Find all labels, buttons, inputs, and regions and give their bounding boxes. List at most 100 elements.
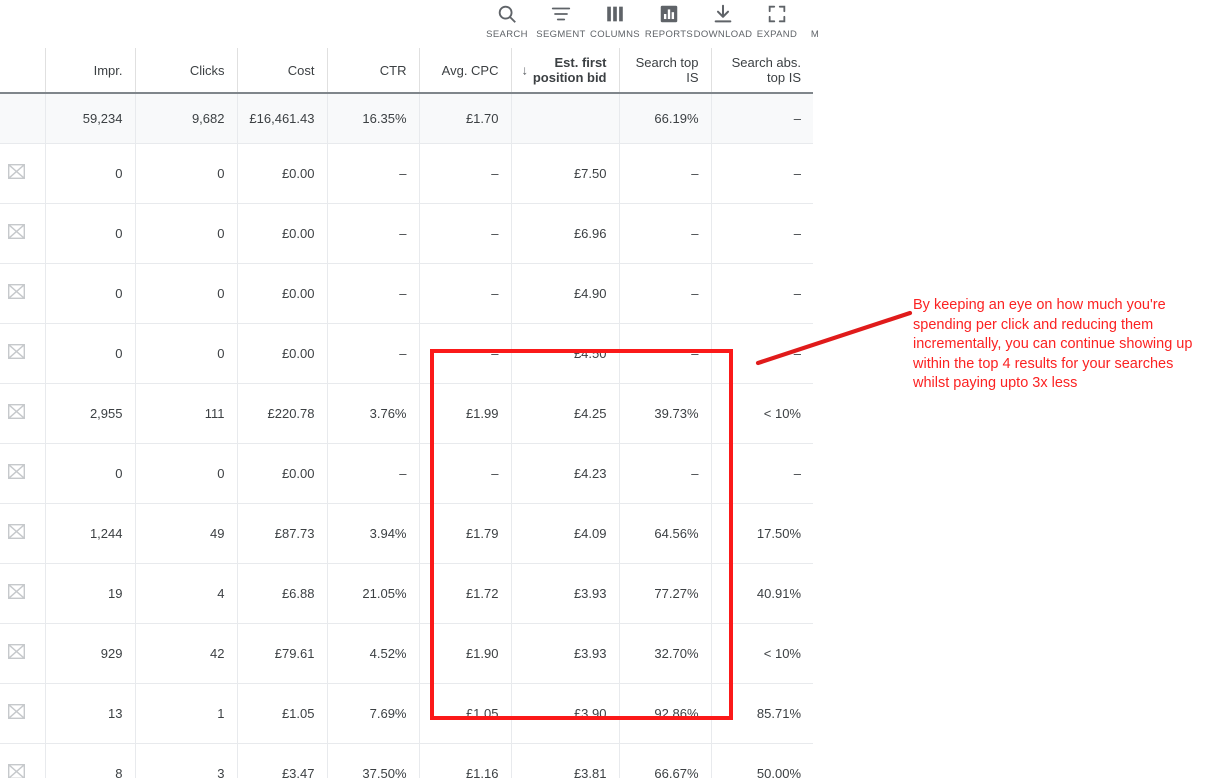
- toolbar-segment-button[interactable]: SEGMENT: [534, 2, 588, 40]
- toolbar-search-label: SEARCH: [486, 29, 528, 40]
- cell-search-top-is: –: [618, 443, 711, 504]
- cell-search-abs-top-is: –: [710, 203, 813, 264]
- toolbar-reports-label: REPORTS: [644, 29, 694, 40]
- cell-search-abs-top-is: –: [710, 323, 813, 384]
- row-select-cell[interactable]: [0, 563, 45, 624]
- cell-avg-cpc: £1.99: [418, 383, 511, 444]
- cell-clicks: 0: [134, 263, 237, 324]
- cell-cost: £0.00: [236, 143, 327, 204]
- cell-impr: 0: [44, 323, 135, 384]
- table-row[interactable]: 19 4 £6.88 21.05% £1.72 £3.93 77.27% 40.91%: [0, 563, 813, 624]
- cell-ctr: –: [326, 143, 419, 204]
- toolbar-more-button[interactable]: M: [804, 2, 826, 40]
- row-select-cell[interactable]: [0, 383, 45, 444]
- row-select-cell[interactable]: [0, 143, 45, 204]
- toolbar-expand-button[interactable]: EXPAND: [750, 2, 804, 40]
- column-header-est-first-position-bid[interactable]: ↓ Est. first position bid: [510, 48, 619, 94]
- column-header-avg-cpc[interactable]: Avg. CPC: [418, 48, 511, 94]
- cell-search-top-is: 64.56%: [618, 503, 711, 564]
- row-select-cell[interactable]: [0, 683, 45, 744]
- broken-image-icon: [8, 164, 25, 179]
- cell-clicks: 42: [134, 623, 237, 684]
- toolbar-expand-label: EXPAND: [756, 29, 798, 40]
- download-icon: [712, 2, 734, 26]
- cell-ctr: 21.05%: [326, 563, 419, 624]
- cell-est-first-position-bid: £4.50: [510, 323, 619, 384]
- cell-ctr: 37.50%: [326, 743, 419, 778]
- row-select-cell[interactable]: [0, 443, 45, 504]
- cell-impr: 0: [44, 263, 135, 324]
- cell-impr: 0: [44, 143, 135, 204]
- broken-image-icon: [8, 704, 25, 719]
- table-row[interactable]: 0 0 £0.00– – £4.23– –: [0, 443, 813, 504]
- cell-search-top-is: 92.86%: [618, 683, 711, 744]
- cell-ctr: 7.69%: [326, 683, 419, 744]
- row-select-cell[interactable]: [0, 503, 45, 564]
- table-row[interactable]: 0 0 £0.00– – £7.50– –: [0, 143, 813, 204]
- table-row[interactable]: 0 0 £0.00– – £4.50– –: [0, 323, 813, 384]
- column-header-ctr[interactable]: CTR: [326, 48, 419, 94]
- cell-search-abs-top-is: 50.00%: [710, 743, 813, 778]
- toolbar-download-button[interactable]: DOWNLOAD: [694, 2, 752, 40]
- column-header-search-top-is[interactable]: Search top IS: [618, 48, 711, 94]
- cell-impr: 0: [44, 203, 135, 264]
- cell-search-abs-top-is: –: [710, 443, 813, 504]
- cell-clicks: 111: [134, 383, 237, 444]
- cell-est-first-position-bid: £4.09: [510, 503, 619, 564]
- table-row[interactable]: 8 3 £3.47 37.50% £1.16 £3.81 66.67% 50.00%: [0, 743, 813, 778]
- table-row[interactable]: 0 0 £0.00– – £6.96– –: [0, 203, 813, 264]
- expand-icon: [766, 2, 788, 26]
- reports-icon: [658, 2, 680, 26]
- table-summary-row: 59,234 9,682 £16,461.43 16.35% £1.70 66.19% –: [0, 93, 813, 144]
- table-row[interactable]: 1,244 49 £87.73 3.94% £1.79 £4.09 64.56% 17.50%: [0, 503, 813, 564]
- column-header-search-abs-top-is[interactable]: Search abs. top IS: [710, 48, 813, 94]
- cell-impr: 0: [44, 443, 135, 504]
- cell-ctr: –: [326, 203, 419, 264]
- column-header-impr[interactable]: Impr.: [44, 48, 135, 94]
- column-header-cost[interactable]: Cost: [236, 48, 327, 94]
- cell-search-top-is: 77.27%: [618, 563, 711, 624]
- broken-image-icon: [8, 344, 25, 359]
- row-select-cell[interactable]: [0, 203, 45, 264]
- cell-search-top-is: –: [618, 323, 711, 384]
- cell-cost: £3.47: [236, 743, 327, 778]
- toolbar-actions: SEARCH SEGMENT COLUMNS REPORTS DOWNLOAD …: [480, 2, 826, 40]
- row-select-cell[interactable]: [0, 743, 45, 778]
- segment-icon: [550, 2, 572, 26]
- toolbar-search-button[interactable]: SEARCH: [480, 2, 534, 40]
- toolbar-reports-button[interactable]: REPORTS: [642, 2, 696, 40]
- cell-cost: £0.00: [236, 443, 327, 504]
- cell-est-first-position-bid: £3.93: [510, 623, 619, 684]
- cell-ctr: 4.52%: [326, 623, 419, 684]
- cell-clicks: 0: [134, 203, 237, 264]
- table-row[interactable]: 929 42 £79.61 4.52% £1.90 £3.93 32.70% < 10%: [0, 623, 813, 684]
- table-row[interactable]: 13 1 £1.05 7.69% £1.05 £3.90 92.86% 85.71%: [0, 683, 813, 744]
- row-select-cell[interactable]: [0, 323, 45, 384]
- cell-cost: £220.78: [236, 383, 327, 444]
- toolbar-columns-button[interactable]: COLUMNS: [588, 2, 642, 40]
- cell-search-abs-top-is: < 10%: [710, 623, 813, 684]
- table-row[interactable]: 0 0 £0.00– – £4.90– –: [0, 263, 813, 324]
- row-select-cell[interactable]: [0, 263, 45, 324]
- cell-cost: £1.05: [236, 683, 327, 744]
- cell-est-first-position-bid: £7.50: [510, 143, 619, 204]
- cell-clicks: 0: [134, 143, 237, 204]
- broken-image-icon: [8, 284, 25, 299]
- cell-avg-cpc: £1.05: [418, 683, 511, 744]
- column-header-select: [0, 48, 45, 94]
- cell-search-abs-top-is: –: [710, 143, 813, 204]
- columns-icon: [604, 2, 626, 26]
- cell-impr: 13: [44, 683, 135, 744]
- table-row[interactable]: 2,955 111 £220.78 3.76% £1.99 £4.25 39.73% < 10…: [0, 383, 813, 444]
- cell-est-first-position-bid: £3.93: [510, 563, 619, 624]
- table-header-row: Impr. Clicks Cost CTR Avg. CPC ↓ Est. fi…: [0, 48, 813, 94]
- cell-ctr: –: [326, 263, 419, 324]
- cell-avg-cpc: £1.16: [418, 743, 511, 778]
- cell-avg-cpc: £1.79: [418, 503, 511, 564]
- column-header-clicks[interactable]: Clicks: [134, 48, 237, 94]
- cell-impr: 929: [44, 623, 135, 684]
- metrics-table-container[interactable]: Impr. Clicks Cost CTR Avg. CPC ↓ Est. fi…: [0, 48, 813, 778]
- broken-image-icon: [8, 764, 25, 778]
- cell-clicks: 1: [134, 683, 237, 744]
- row-select-cell[interactable]: [0, 623, 45, 684]
